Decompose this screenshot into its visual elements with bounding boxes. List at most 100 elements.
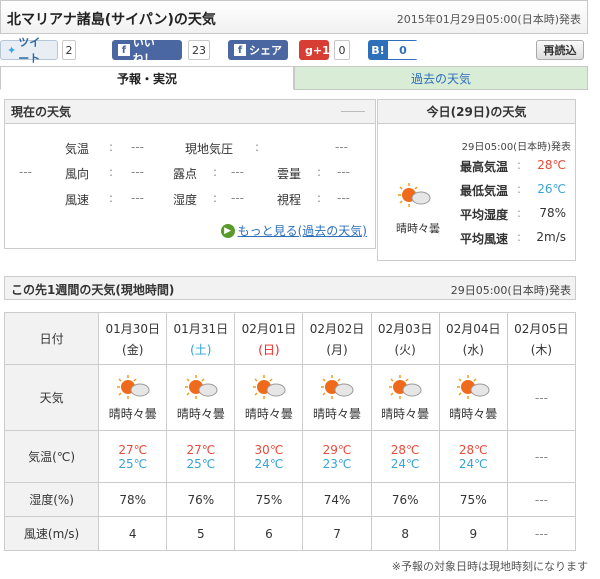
today-stat-label: 最低気温 — [460, 184, 509, 198]
page-header: 北マリアナ諸島(サイパン)の天気 2015年01月29日05:00(日本時)発表 — [0, 0, 588, 34]
gplus-count: 0 — [334, 40, 350, 60]
forecast-high: 28℃ — [458, 442, 488, 457]
today-stat-value: 26℃ — [537, 182, 566, 196]
twitter-bird-icon: ✦ — [7, 43, 17, 57]
forecast-dow: (金) — [122, 342, 144, 357]
row-header-humidity: 湿度(%) — [3, 482, 100, 517]
forecast-note: ※予報の対象日時は現地時刻になります — [391, 560, 588, 573]
humidity-cell: 75% — [234, 482, 304, 517]
forecast-wind: 6 — [265, 526, 273, 541]
facebook-share-button[interactable]: f シェア — [228, 40, 288, 60]
tab-past-weather[interactable]: 過去の天気 — [294, 66, 588, 90]
humidity-cell: 76% — [166, 482, 236, 517]
forecast-high: 30℃ — [254, 442, 284, 457]
today-stat-label: 最高気温 — [460, 160, 509, 174]
weekly-forecast-title: この先1週間の天気(現地時間) — [11, 283, 175, 297]
forecast-dow: (日) — [258, 342, 280, 357]
issued-time: 2015年01月29日05:00(日本時)発表 — [396, 13, 581, 26]
forecast-date: 01月31日 — [173, 321, 229, 336]
forecast-wind: 7 — [333, 526, 341, 541]
sunny-cloudy-icon — [440, 374, 507, 405]
weather-cell: 晴時々曇 — [166, 364, 236, 431]
weather-cell: --- — [506, 364, 577, 431]
gplus-button[interactable]: g+1 — [299, 40, 330, 60]
humidity-cell: --- — [506, 482, 577, 517]
humidity-cell: 76% — [370, 482, 440, 517]
today-stat-row: 平均湿度: 78% — [460, 204, 572, 224]
hatena-count: 0 — [388, 41, 418, 59]
forecast-humidity: 75% — [255, 492, 283, 507]
forecast-humidity: --- — [534, 492, 548, 507]
current-row-3: 風速 : --- 湿度 : --- 視程 : --- — [65, 191, 350, 207]
colon: : — [517, 206, 522, 220]
facebook-icon: f — [118, 44, 130, 56]
wind-cell: 7 — [302, 516, 372, 551]
forecast-high: 29℃ — [322, 442, 352, 457]
forecast-humidity: 76% — [187, 492, 215, 507]
facebook-icon: f — [234, 44, 246, 56]
forecast-date: 02月01日 — [241, 321, 297, 336]
forecast-dow: (火) — [394, 342, 416, 357]
today-stat-value: 28℃ — [537, 158, 566, 172]
reload-button[interactable]: 再読込 — [536, 40, 584, 60]
temperature-cell: 28℃ 24℃ — [370, 430, 440, 483]
current-row-1: 気温 : --- 現地気圧 : --- — [65, 140, 348, 156]
tweet-count: 2 — [62, 40, 76, 60]
tab-forecast[interactable]: 予報・実況 — [0, 66, 294, 90]
forecast-humidity: 75% — [459, 492, 487, 507]
wind-cell: 8 — [370, 516, 440, 551]
date-row: 日付 01月30日 (金) 01月31日 (土) 02月01日 (日) 02月02日 (月) 0… — [3, 312, 577, 365]
forecast-weather-text: 晴時々曇 — [108, 406, 157, 421]
arrow-right-icon: ▶ — [220, 223, 235, 238]
wind-cell: 4 — [98, 516, 168, 551]
sunny-cloudy-icon — [235, 374, 302, 405]
temperature-cell: --- — [506, 430, 577, 483]
today-stat-label: 平均風速 — [460, 232, 509, 246]
today-weather-text: 晴時々曇 — [396, 222, 440, 235]
weather-cell: 晴時々曇 — [370, 364, 440, 431]
date-cell: 01月31日 (土) — [166, 312, 236, 365]
forecast-wind: 9 — [469, 526, 478, 541]
weather-cell: 晴時々曇 — [302, 364, 372, 431]
weekly-forecast-header: この先1週間の天気(現地時間) 29日05:00(日本時)発表 — [4, 276, 576, 300]
sunny-cloudy-icon — [398, 183, 431, 207]
weekly-issued: 29日05:00(日本時)発表 — [450, 284, 571, 297]
more-past-weather-link[interactable]: ▶ もっと見る(過去の天気) — [220, 222, 367, 239]
date-cell: 02月05日 (木) — [506, 312, 577, 365]
hatena-bookmark-button[interactable]: B! 0 — [368, 40, 418, 60]
temperature-cell: 30℃ 24℃ — [234, 430, 304, 483]
today-stat-row: 最低気温: 26℃ — [460, 180, 572, 200]
date-cell: 01月30日 (金) — [98, 312, 168, 365]
forecast-date: 02月04日 — [445, 321, 501, 336]
date-cell: 02月04日 (水) — [438, 312, 508, 365]
today-weather-header: 今日(29日)の天気 — [378, 100, 575, 124]
forecast-weather-text: 晴時々曇 — [244, 406, 293, 421]
divider — [341, 111, 365, 112]
current-row-2: --- 風向 : --- 露点 : --- 雲量 : --- — [19, 165, 350, 181]
like-count: 23 — [188, 40, 210, 60]
today-stat-value: 78% — [539, 206, 566, 220]
today-stat-row: 最高気温: 28℃ — [460, 156, 572, 176]
today-stat-label: 平均湿度 — [460, 208, 509, 222]
forecast-low: --- — [534, 449, 548, 464]
forecast-high: 27℃ — [186, 442, 216, 457]
colon: : — [517, 230, 522, 244]
tab-bar: 予報・実況 過去の天気 — [0, 66, 588, 90]
forecast-weather-text: 晴時々曇 — [449, 406, 498, 421]
forecast-low: 24℃ — [458, 456, 488, 471]
row-header-date: 日付 — [3, 312, 100, 365]
forecast-low: 24℃ — [254, 456, 284, 471]
weather-cell: 晴時々曇 — [98, 364, 168, 431]
wind-cell: 6 — [234, 516, 304, 551]
forecast-humidity: 74% — [323, 492, 351, 507]
today-weather-panel: 今日(29日)の天気 29日05:00(日本時)発表 晴時々曇 最高気温: 28℃… — [377, 99, 576, 261]
weather-cell: 晴時々曇 — [234, 364, 304, 431]
colon: : — [517, 158, 522, 172]
facebook-like-button[interactable]: f いいね！ — [112, 36, 182, 65]
sunny-cloudy-icon — [99, 374, 166, 405]
forecast-date: 01月30日 — [105, 321, 160, 336]
date-cell: 02月03日 (火) — [370, 312, 440, 365]
tweet-button[interactable]: ✦ ツイート — [0, 36, 58, 65]
forecast-dow: (土) — [190, 342, 212, 357]
current-weather-panel: 現在の天気 気温 : --- 現地気圧 : --- --- 風向 : --- 露… — [4, 99, 376, 249]
